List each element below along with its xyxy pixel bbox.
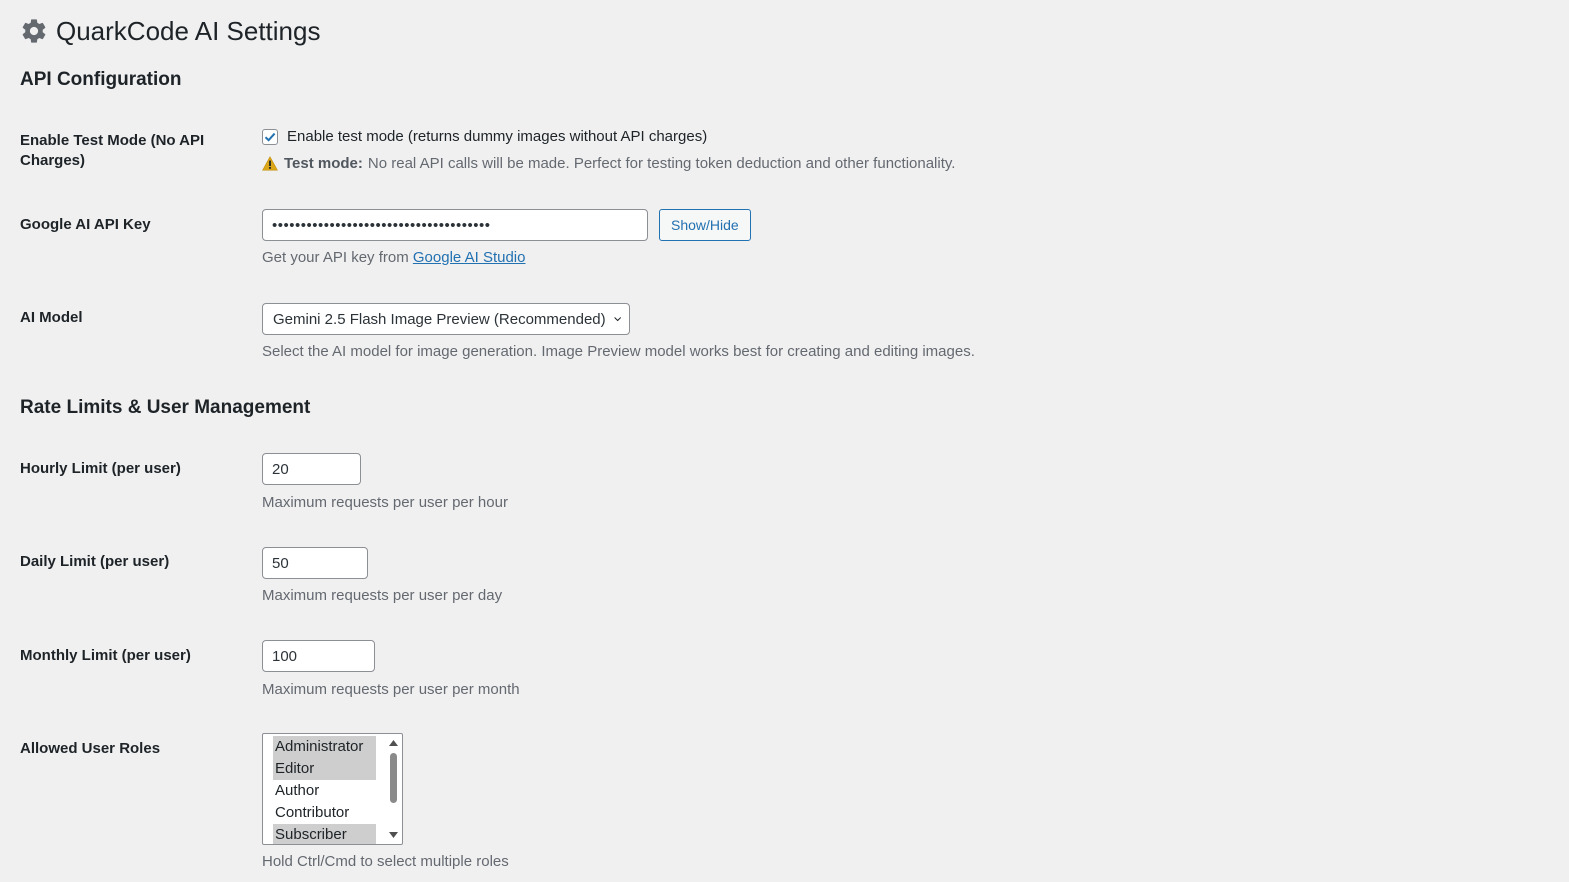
test-mode-warning: Test mode: No real API calls will be mad… <box>262 155 955 172</box>
scroll-down-arrow-icon <box>389 832 398 838</box>
test-mode-checkbox-label: Enable test mode (returns dummy images w… <box>287 128 708 145</box>
section-title-rate-limits: Rate Limits & User Management <box>20 397 311 418</box>
test-mode-warning-text: No real API calls will be made. Perfect … <box>367 155 956 172</box>
allowed-roles-description: Hold Ctrl/Cmd to select multiple roles <box>262 853 509 870</box>
allowed-roles-label: Allowed User Roles <box>20 740 161 757</box>
api-key-input[interactable]: •••••••••••••••••••••••••••••••••••••• <box>262 209 648 241</box>
show-hide-button[interactable]: Show/Hide <box>659 209 751 241</box>
hourly-limit-description: Maximum requests per user per hour <box>262 494 508 511</box>
api-key-description: Get your API key from Google AI Studio <box>262 249 525 266</box>
monthly-limit-label: Monthly Limit (per user) <box>20 647 191 664</box>
test-mode-field: Enable test mode (returns dummy images w… <box>262 128 707 145</box>
page-title-text: QuarkCode AI Settings <box>56 15 321 46</box>
ai-model-selected-value: Gemini 2.5 Flash Image Preview (Recommen… <box>273 310 606 328</box>
ai-model-select[interactable]: Gemini 2.5 Flash Image Preview (Recommen… <box>262 303 630 335</box>
hourly-limit-label: Hourly Limit (per user) <box>20 460 181 477</box>
test-mode-checkbox[interactable] <box>262 128 278 145</box>
scroll-up-arrow-icon <box>389 740 398 746</box>
listbox-scrollbar[interactable] <box>387 736 400 842</box>
google-ai-studio-link[interactable]: Google AI Studio <box>413 249 526 266</box>
api-key-description-text: Get your API key from <box>262 249 409 266</box>
test-mode-warning-bold: Test mode: <box>284 155 363 172</box>
daily-limit-description: Maximum requests per user per day <box>262 587 503 604</box>
role-option-subscriber[interactable]: Subscriber <box>273 824 376 844</box>
api-key-label: Google AI API Key <box>20 216 151 233</box>
checkmark-icon <box>264 132 276 142</box>
gear-icon <box>22 19 46 43</box>
daily-limit-input[interactable]: 50 <box>262 547 368 579</box>
test-mode-checkbox-row[interactable]: Enable test mode (returns dummy images w… <box>262 128 707 145</box>
scrollbar-thumb <box>390 753 397 803</box>
ai-model-label: AI Model <box>20 309 83 326</box>
chevron-down-icon <box>613 317 621 322</box>
page-title: QuarkCode AI Settings <box>20 14 320 48</box>
ai-model-description: Select the AI model for image generation… <box>262 343 975 360</box>
role-option-author[interactable]: Author <box>273 780 376 802</box>
warning-icon <box>262 156 278 171</box>
monthly-limit-input[interactable]: 100 <box>262 640 375 672</box>
hourly-limit-input[interactable]: 20 <box>262 453 361 485</box>
daily-limit-label: Daily Limit (per user) <box>20 553 170 570</box>
role-option-administrator[interactable]: Administrator <box>273 736 376 758</box>
section-title-api: API Configuration <box>20 69 182 90</box>
settings-page: QuarkCode AI Settings API Configuration … <box>20 0 1540 871</box>
role-option-contributor[interactable]: Contributor <box>273 802 376 824</box>
allowed-roles-listbox[interactable]: Administrator Editor Author Contributor … <box>262 733 403 845</box>
monthly-limit-description: Maximum requests per user per month <box>262 681 520 698</box>
role-option-editor[interactable]: Editor <box>273 758 376 780</box>
test-mode-label: Enable Test Mode (No API Charges) <box>20 132 205 169</box>
